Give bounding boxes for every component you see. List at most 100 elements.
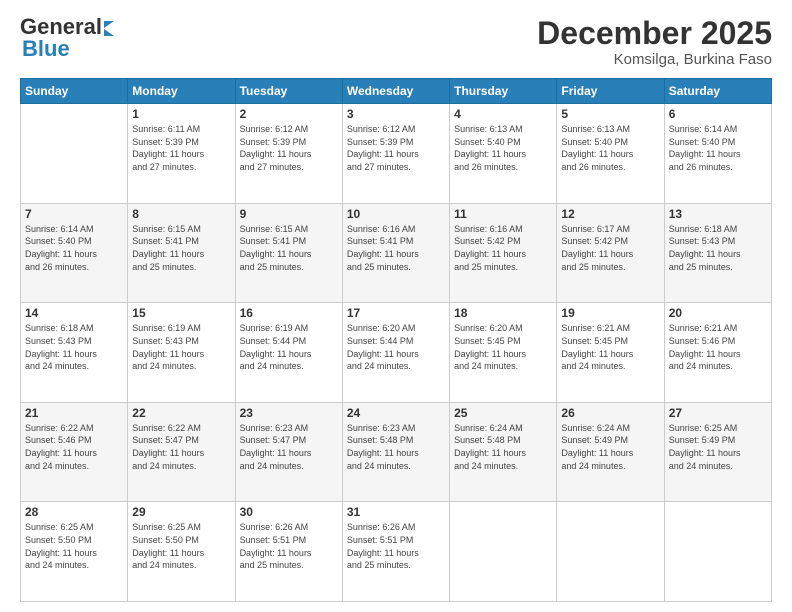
calendar-cell: 20 Sunrise: 6:21 AMSunset: 5:46 PMDayligh… [664, 303, 771, 403]
calendar-cell: 23 Sunrise: 6:23 AMSunset: 5:47 PMDayligh… [235, 402, 342, 502]
day-number: 5 [561, 107, 659, 121]
logo-text: General [20, 16, 102, 38]
calendar-cell: 18 Sunrise: 6:20 AMSunset: 5:45 PMDayligh… [450, 303, 557, 403]
day-number: 29 [132, 505, 230, 519]
day-info: Sunrise: 6:22 AMSunset: 5:46 PMDaylight:… [25, 422, 123, 472]
calendar-day-header: Friday [557, 79, 664, 104]
calendar-cell: 24Sunrise: 6:23 AMSunset: 5:48 PMDayligh… [342, 402, 449, 502]
day-number: 15 [132, 306, 230, 320]
day-number: 16 [240, 306, 338, 320]
day-number: 20 [669, 306, 767, 320]
day-info: Sunrise: 6:13 AMSunset: 5:40 PMDaylight:… [454, 123, 552, 173]
day-number: 12 [561, 207, 659, 221]
day-number: 8 [132, 207, 230, 221]
calendar-day-header: Wednesday [342, 79, 449, 104]
day-number: 17 [347, 306, 445, 320]
day-info: Sunrise: 6:25 AMSunset: 5:50 PMDaylight:… [25, 521, 123, 571]
calendar-day-header: Thursday [450, 79, 557, 104]
calendar-cell: 8 Sunrise: 6:15 AMSunset: 5:41 PMDaylight… [128, 203, 235, 303]
calendar-cell: 17 Sunrise: 6:20 AMSunset: 5:44 PMDayligh… [342, 303, 449, 403]
calendar-cell: 12 Sunrise: 6:17 AMSunset: 5:42 PMDayligh… [557, 203, 664, 303]
calendar-cell: 9Sunrise: 6:15 AMSunset: 5:41 PMDaylight… [235, 203, 342, 303]
day-info: Sunrise: 6:18 AMSunset: 5:43 PMDaylight:… [669, 223, 767, 273]
calendar-cell [450, 502, 557, 602]
day-number: 19 [561, 306, 659, 320]
calendar-cell: 27Sunrise: 6:25 AMSunset: 5:49 PMDayligh… [664, 402, 771, 502]
day-number: 2 [240, 107, 338, 121]
calendar-cell: 28Sunrise: 6:25 AMSunset: 5:50 PMDayligh… [21, 502, 128, 602]
day-number: 26 [561, 406, 659, 420]
header: General Blue December 2025 Komsilga, Bur… [20, 16, 772, 68]
day-number: 10 [347, 207, 445, 221]
calendar-cell: 14 Sunrise: 6:18 AMSunset: 5:43 PMDayligh… [21, 303, 128, 403]
calendar-week-row: 1 Sunrise: 6:11 AMSunset: 5:39 PMDaylight… [21, 104, 772, 204]
calendar-cell: 31Sunrise: 6:26 AMSunset: 5:51 PMDayligh… [342, 502, 449, 602]
calendar-cell: 5 Sunrise: 6:13 AMSunset: 5:40 PMDaylight… [557, 104, 664, 204]
page: General Blue December 2025 Komsilga, Bur… [0, 0, 792, 612]
location-subtitle: Komsilga, Burkina Faso [537, 51, 772, 68]
calendar-cell: 25Sunrise: 6:24 AMSunset: 5:48 PMDayligh… [450, 402, 557, 502]
day-number: 14 [25, 306, 123, 320]
calendar-cell: 10Sunrise: 6:16 AMSunset: 5:41 PMDayligh… [342, 203, 449, 303]
day-info: Sunrise: 6:14 AMSunset: 5:40 PMDaylight:… [25, 223, 123, 273]
calendar-header-row: SundayMondayTuesdayWednesdayThursdayFrid… [21, 79, 772, 104]
calendar-cell: 11 Sunrise: 6:16 AMSunset: 5:42 PMDayligh… [450, 203, 557, 303]
day-info: Sunrise: 6:20 AMSunset: 5:45 PMDaylight:… [454, 322, 552, 372]
day-info: Sunrise: 6:15 AMSunset: 5:41 PMDaylight:… [132, 223, 230, 273]
day-info: Sunrise: 6:17 AMSunset: 5:42 PMDaylight:… [561, 223, 659, 273]
day-number: 1 [132, 107, 230, 121]
calendar-cell [557, 502, 664, 602]
day-number: 6 [669, 107, 767, 121]
calendar-cell: 7Sunrise: 6:14 AMSunset: 5:40 PMDaylight… [21, 203, 128, 303]
title-block: December 2025 Komsilga, Burkina Faso [537, 16, 772, 68]
logo-blue: Blue [22, 38, 70, 60]
day-info: Sunrise: 6:24 AMSunset: 5:48 PMDaylight:… [454, 422, 552, 472]
day-info: Sunrise: 6:19 AMSunset: 5:44 PMDaylight:… [240, 322, 338, 372]
day-info: Sunrise: 6:16 AMSunset: 5:42 PMDaylight:… [454, 223, 552, 273]
calendar-week-row: 7Sunrise: 6:14 AMSunset: 5:40 PMDaylight… [21, 203, 772, 303]
day-number: 21 [25, 406, 123, 420]
calendar-table: SundayMondayTuesdayWednesdayThursdayFrid… [20, 78, 772, 602]
day-number: 23 [240, 406, 338, 420]
calendar-week-row: 28Sunrise: 6:25 AMSunset: 5:50 PMDayligh… [21, 502, 772, 602]
calendar-cell: 3 Sunrise: 6:12 AMSunset: 5:39 PMDaylight… [342, 104, 449, 204]
calendar-cell: 22Sunrise: 6:22 AMSunset: 5:47 PMDayligh… [128, 402, 235, 502]
calendar-day-header: Monday [128, 79, 235, 104]
calendar-cell: 15 Sunrise: 6:19 AMSunset: 5:43 PMDayligh… [128, 303, 235, 403]
day-info: Sunrise: 6:21 AMSunset: 5:46 PMDaylight:… [669, 322, 767, 372]
day-info: Sunrise: 6:15 AMSunset: 5:41 PMDaylight:… [240, 223, 338, 273]
day-info: Sunrise: 6:25 AMSunset: 5:50 PMDaylight:… [132, 521, 230, 571]
calendar-cell: 4Sunrise: 6:13 AMSunset: 5:40 PMDaylight… [450, 104, 557, 204]
day-info: Sunrise: 6:18 AMSunset: 5:43 PMDaylight:… [25, 322, 123, 372]
calendar-cell: 19Sunrise: 6:21 AMSunset: 5:45 PMDayligh… [557, 303, 664, 403]
day-number: 11 [454, 207, 552, 221]
day-number: 31 [347, 505, 445, 519]
day-number: 13 [669, 207, 767, 221]
calendar-cell: 1 Sunrise: 6:11 AMSunset: 5:39 PMDaylight… [128, 104, 235, 204]
calendar-week-row: 14 Sunrise: 6:18 AMSunset: 5:43 PMDayligh… [21, 303, 772, 403]
day-number: 27 [669, 406, 767, 420]
day-number: 3 [347, 107, 445, 121]
day-info: Sunrise: 6:12 AMSunset: 5:39 PMDaylight:… [347, 123, 445, 173]
calendar-day-header: Saturday [664, 79, 771, 104]
day-number: 18 [454, 306, 552, 320]
month-title: December 2025 [537, 16, 772, 51]
day-info: Sunrise: 6:20 AMSunset: 5:44 PMDaylight:… [347, 322, 445, 372]
calendar-cell: 29 Sunrise: 6:25 AMSunset: 5:50 PMDayligh… [128, 502, 235, 602]
day-info: Sunrise: 6:12 AMSunset: 5:39 PMDaylight:… [240, 123, 338, 173]
calendar-day-header: Sunday [21, 79, 128, 104]
calendar-cell: 2 Sunrise: 6:12 AMSunset: 5:39 PMDaylight… [235, 104, 342, 204]
day-info: Sunrise: 6:11 AMSunset: 5:39 PMDaylight:… [132, 123, 230, 173]
calendar-cell: 30Sunrise: 6:26 AMSunset: 5:51 PMDayligh… [235, 502, 342, 602]
day-info: Sunrise: 6:19 AMSunset: 5:43 PMDaylight:… [132, 322, 230, 372]
calendar-cell [664, 502, 771, 602]
calendar-week-row: 21 Sunrise: 6:22 AMSunset: 5:46 PMDayligh… [21, 402, 772, 502]
day-info: Sunrise: 6:22 AMSunset: 5:47 PMDaylight:… [132, 422, 230, 472]
calendar-cell: 16 Sunrise: 6:19 AMSunset: 5:44 PMDayligh… [235, 303, 342, 403]
day-info: Sunrise: 6:23 AMSunset: 5:47 PMDaylight:… [240, 422, 338, 472]
calendar-cell: 21 Sunrise: 6:22 AMSunset: 5:46 PMDayligh… [21, 402, 128, 502]
calendar-cell [21, 104, 128, 204]
day-info: Sunrise: 6:13 AMSunset: 5:40 PMDaylight:… [561, 123, 659, 173]
logo: General Blue [20, 16, 114, 60]
calendar-cell: 6Sunrise: 6:14 AMSunset: 5:40 PMDaylight… [664, 104, 771, 204]
